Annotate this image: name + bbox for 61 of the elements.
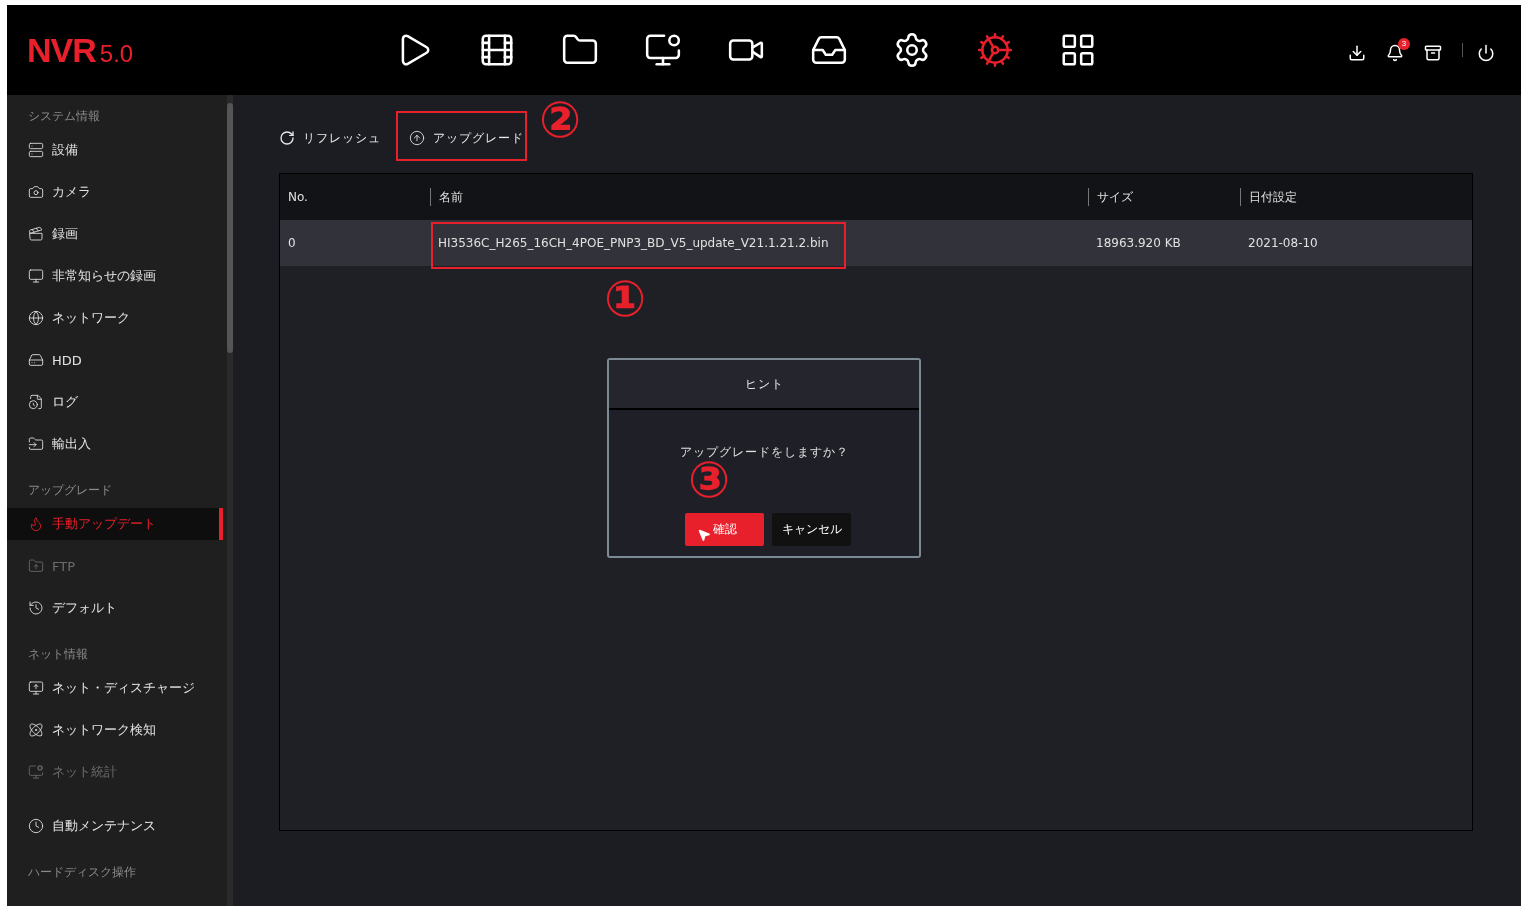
sidebar-item[interactable]: ネットワーク [7, 297, 223, 339]
upload-icon [409, 130, 425, 146]
table-cell-text: 2021-08-10 [1247, 236, 1319, 250]
cancel-button[interactable]: キャンセル [772, 513, 851, 546]
column-header: 名前 [430, 188, 1088, 206]
refresh-icon [279, 130, 295, 146]
sidebar-item[interactable]: HDD [7, 339, 223, 381]
sidebar-item[interactable]: 自動メンテナンス [7, 805, 223, 847]
clapperboard-icon [28, 226, 44, 242]
atom-icon [28, 722, 44, 738]
column-header: No. [287, 189, 309, 206]
upgrade-button[interactable]: アップグレード [409, 129, 524, 147]
file-clock-icon [28, 394, 44, 410]
annotation-number: ② [539, 95, 582, 145]
film-nav-button[interactable] [478, 31, 516, 69]
notifications-button[interactable]: 3 [1386, 38, 1410, 62]
column-header: 日付設定 [1240, 188, 1472, 206]
table-cell-text: 18963.920 KB [1095, 236, 1182, 250]
mouse-cursor-icon [697, 528, 711, 542]
sidebar-item[interactable]: 録画 [7, 213, 223, 255]
folder-icon [28, 558, 44, 574]
folder-icon [28, 436, 44, 452]
sidebar-item[interactable]: 手動アップデート [7, 508, 223, 540]
refresh-button[interactable]: リフレッシュ [279, 129, 381, 147]
sidebar-section-title: ネット情報 [27, 646, 89, 663]
scrollbar[interactable] [227, 95, 233, 906]
notification-badge: 3 [1398, 38, 1410, 50]
monitor-icon [28, 680, 44, 696]
dialog-message: アップグレードをしますか？ [678, 444, 850, 461]
flame-icon [28, 516, 44, 532]
sidebar-section-title: アップグレード [27, 482, 113, 499]
sidebar-item[interactable]: カメラ [7, 171, 223, 213]
annotation-number: ① [604, 274, 647, 324]
camera-icon [28, 184, 44, 200]
logo-version: 5.0 [99, 39, 134, 68]
clock-icon [28, 818, 44, 834]
sidebar-item[interactable]: ネット・ディスチャージ [7, 667, 223, 709]
sidebar-item[interactable]: ネットワーク検知 [7, 709, 223, 751]
history-icon [28, 600, 44, 616]
globe-icon [28, 310, 44, 326]
sidebar-item[interactable]: デフォルト [7, 587, 223, 629]
sidebar-section-title: システム情報 [27, 108, 101, 125]
sidebar-item[interactable]: 設備 [7, 129, 223, 171]
monitor-icon [28, 764, 44, 780]
table-cell-text: HI3536C_H265_16CH_4POE_PNP3_BD_V5_update_V21.1.21.2.bin [437, 236, 830, 250]
confirm-button[interactable]: 確認 [685, 513, 764, 546]
sidebar-item[interactable]: 非常知らせの録画 [7, 255, 223, 297]
hard-drive-icon [28, 352, 44, 368]
gear-nav-button[interactable] [893, 31, 931, 69]
sidebar-item[interactable]: ログ [7, 381, 223, 423]
table-cell-text: 0 [287, 236, 297, 250]
table-row[interactable]: 0 HI3536C_H265_16CH_4POE_PNP3_BD_V5_update_V21.1.21.2.bin 18963.920 KB 2021-08-10 [280, 220, 1472, 266]
monitor-nav-button[interactable] [644, 31, 682, 69]
dialog-title: ヒント [609, 360, 919, 410]
logo-name: NVR [27, 30, 96, 70]
grid-nav-button[interactable] [1059, 31, 1097, 69]
sidebar-item[interactable]: 輸出入 [7, 423, 223, 465]
column-header: サイズ [1088, 188, 1240, 206]
server-icon [28, 142, 44, 158]
sidebar-section-title: ハードディスク操作 [27, 864, 137, 881]
monitor-icon [28, 268, 44, 284]
